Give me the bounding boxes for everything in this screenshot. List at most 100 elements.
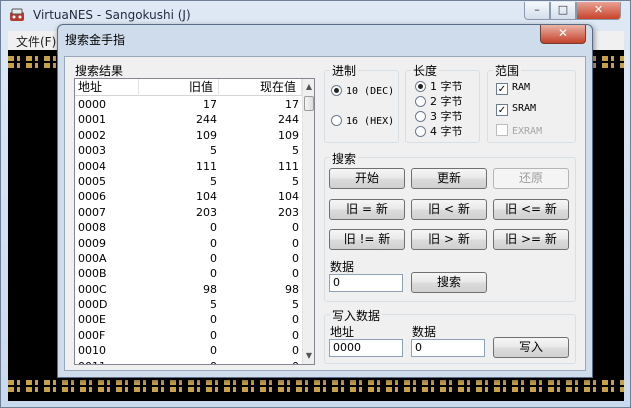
cell-address: 0000: [78, 98, 106, 111]
length-label: 长度: [411, 62, 440, 79]
radio-dec[interactable]: [331, 85, 342, 96]
menu-file[interactable]: 文件(F): [16, 33, 56, 50]
old-lt-new-button[interactable]: 旧 < 新: [411, 199, 487, 220]
radio-len-2[interactable]: [415, 96, 426, 107]
table-row[interactable]: 000E 0 0: [75, 312, 302, 327]
table-row[interactable]: 0008 0 0: [75, 220, 302, 235]
radix-dec-option[interactable]: 10 (DEC): [331, 84, 394, 97]
table-row[interactable]: 0004 111 111: [75, 159, 302, 174]
cell-address: 0001: [78, 113, 106, 127]
table-row[interactable]: 000A 0 0: [75, 251, 302, 266]
cell-current-value: 5: [292, 144, 299, 158]
cell-address: 0005: [78, 174, 106, 188]
length-2-option[interactable]: 2 字节: [415, 93, 463, 109]
write-data-label: 数据: [412, 325, 437, 339]
radio-len-3[interactable]: [415, 111, 426, 122]
cell-current-value: 5: [292, 174, 299, 188]
cell-old-value: 17: [203, 98, 217, 111]
cell-old-value: 203: [196, 205, 217, 219]
cell-current-value: 0: [292, 313, 299, 327]
app-icon: [10, 8, 24, 21]
radio-hex[interactable]: [331, 115, 342, 126]
cell-current-value: 0: [292, 221, 299, 235]
dialog-client: 搜索结果 地址 旧值 现在值 0000 17 17 0001 244 244 0002 109…: [64, 56, 586, 371]
range-ram-option[interactable]: ✓ RAM: [496, 80, 530, 95]
cell-address: 0004: [78, 159, 106, 173]
table-row[interactable]: 000D 5 5: [75, 297, 302, 312]
results-scrollbar[interactable]: ▲ ▼: [302, 79, 314, 364]
table-row[interactable]: 0009 0 0: [75, 236, 302, 251]
cell-current-value: 203: [278, 205, 299, 219]
table-row[interactable]: 0002 109 109: [75, 128, 302, 143]
old-gt-new-button[interactable]: 旧 > 新: [411, 229, 487, 250]
update-button[interactable]: 更新: [411, 168, 487, 189]
table-row[interactable]: 0006 104 104: [75, 189, 302, 204]
window-title: VirtuaNES - Sangokushi (J): [33, 8, 191, 22]
table-row[interactable]: 000F 0 0: [75, 328, 302, 343]
table-row[interactable]: 0000 17 17: [75, 97, 302, 112]
col-old-value[interactable]: 旧值: [139, 79, 219, 96]
old-ne-new-button[interactable]: 旧 != 新: [329, 229, 405, 250]
cell-old-value: 0: [142, 359, 217, 364]
scroll-thumb[interactable]: [304, 96, 314, 111]
radix-hex-option[interactable]: 16 (HEX): [331, 114, 394, 127]
cell-old-value: 0: [210, 344, 217, 358]
dialog-close-button[interactable]: ✕: [540, 25, 586, 44]
write-button[interactable]: 写入: [493, 337, 569, 358]
cell-current-value: 0: [221, 359, 299, 364]
check-ram[interactable]: ✓: [496, 83, 508, 95]
search-button[interactable]: 搜索: [411, 272, 487, 293]
cell-old-value: 98: [203, 282, 217, 296]
results-header: 地址 旧值 现在值: [75, 79, 302, 96]
maximize-button[interactable]: □: [550, 2, 576, 20]
cell-old-value: 109: [196, 128, 217, 142]
cell-address: 0003: [78, 144, 106, 158]
length-4-option[interactable]: 4 字节: [415, 123, 463, 139]
cell-current-value: 0: [292, 251, 299, 265]
cell-old-value: 0: [210, 267, 217, 281]
cell-old-value: 104: [196, 190, 217, 204]
table-row[interactable]: 0011 00: [75, 359, 302, 364]
table-row[interactable]: 0010 0 0: [75, 343, 302, 358]
cell-address: 0002: [78, 128, 106, 142]
minimize-button[interactable]: –: [524, 2, 550, 20]
table-row[interactable]: 000C 98 98: [75, 282, 302, 297]
cell-old-value: 0: [210, 251, 217, 265]
table-row[interactable]: 0001 244 244: [75, 112, 302, 127]
search-data-input[interactable]: 0: [329, 274, 403, 292]
col-address[interactable]: 地址: [75, 79, 139, 96]
radio-len-4[interactable]: [415, 126, 426, 137]
cell-old-value: 244: [196, 113, 217, 127]
table-row[interactable]: 0003 5 5: [75, 143, 302, 158]
old-eq-new-button[interactable]: 旧 = 新: [329, 199, 405, 220]
check-sram[interactable]: ✓: [496, 104, 508, 116]
cell-current-value: 0: [292, 236, 299, 250]
check-exram: [496, 124, 508, 136]
cell-address: 000C: [78, 282, 107, 296]
write-data-input[interactable]: 0: [411, 339, 485, 357]
cell-old-value: 0: [210, 328, 217, 342]
table-row[interactable]: 0005 5 5: [75, 174, 302, 189]
length-1-option[interactable]: 1 字节: [415, 78, 463, 94]
cell-address: 0007: [78, 205, 106, 219]
cell-current-value: 0: [292, 267, 299, 281]
write-addr-label: 地址: [330, 325, 355, 339]
table-row[interactable]: 000B 0 0: [75, 266, 302, 281]
table-row[interactable]: 0007 203 203: [75, 205, 302, 220]
length-3-option[interactable]: 3 字节: [415, 108, 463, 124]
old-le-new-button[interactable]: 旧 <= 新: [493, 199, 569, 220]
old-ge-new-button[interactable]: 旧 >= 新: [493, 229, 569, 250]
cell-old-value: 0: [210, 221, 217, 235]
cell-old-value: 0: [210, 236, 217, 250]
col-current-value[interactable]: 现在值: [219, 79, 302, 96]
range-sram-option[interactable]: ✓ SRAM: [496, 101, 536, 116]
start-button[interactable]: 开始: [329, 168, 405, 189]
scroll-up-icon[interactable]: ▲: [303, 80, 314, 94]
scroll-down-icon[interactable]: ▼: [303, 349, 314, 363]
cell-address: 000B: [78, 267, 107, 281]
write-addr-input[interactable]: 0000: [329, 339, 403, 357]
cell-address: 000F: [78, 328, 106, 342]
results-list[interactable]: 地址 旧值 现在值 0000 17 17 0001 244 244 0002 109 109 00…: [74, 78, 315, 365]
close-window-button[interactable]: ✕: [576, 2, 621, 20]
radio-len-1[interactable]: [415, 81, 426, 92]
